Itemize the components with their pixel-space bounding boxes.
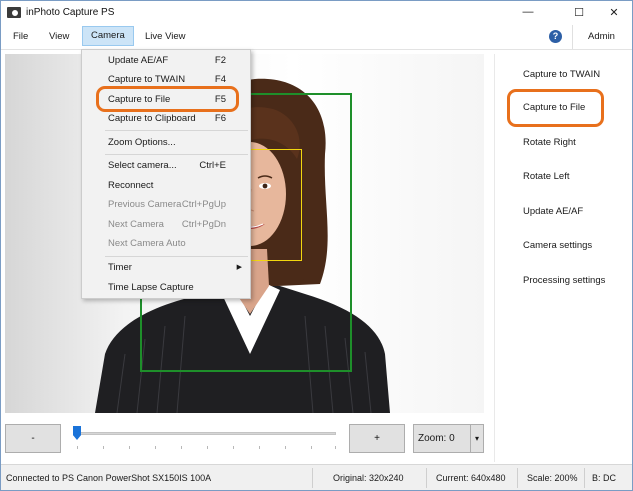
slider-tick [103,446,104,449]
menu-separator [105,256,248,257]
menu-separator [105,130,248,131]
status-divider [426,468,427,488]
zoom-in-button[interactable]: + [349,424,405,453]
zoom-slider-track[interactable] [74,432,336,435]
menu-item-label: Next Camera [108,219,164,230]
menu-item-update-ae-af[interactable]: Update AE/AF F2 [82,52,250,70]
current-size: Current: 640x480 [436,473,506,483]
scale-value: Scale: 200% [527,473,578,483]
original-size: Original: 320x240 [333,473,404,483]
status-divider [312,468,313,488]
slider-tick [259,446,260,449]
status-bar: Connected to PS Canon PowerShot SX150IS … [1,464,632,490]
camera-settings-button[interactable]: Camera settings [523,240,592,251]
menu-separator [105,154,248,155]
zoom-select[interactable]: Zoom: 0 ▾ [413,424,484,453]
menu-item-label: Timer [108,262,132,273]
menu-item-next-camera-auto: Next Camera Auto [82,235,250,253]
processing-settings-button[interactable]: Processing settings [523,275,605,286]
menu-item-label: Reconnect [108,180,154,191]
menu-item-label: Next Camera Auto [108,238,186,249]
status-divider [517,468,518,488]
menu-item-timer[interactable]: Timer ▶ [82,259,250,277]
menu-item-capture-to-clipboard[interactable]: Capture to Clipboard F6 [82,110,250,128]
slider-tick [155,446,156,449]
menu-camera[interactable]: Camera [82,26,134,46]
menu-file[interactable]: File [5,27,36,47]
menu-bar: File View Camera Live View [1,24,632,50]
camera-app-icon [7,6,21,18]
highlight-ring-panel [507,89,604,127]
app-window: inPhoto Capture PS — ☐ ✕ File View Camer… [0,0,633,491]
highlight-ring-menu [96,86,239,112]
slider-tick [207,446,208,449]
zoom-slider-thumb[interactable] [73,426,81,440]
slider-tick [181,446,182,449]
rotate-right-button[interactable]: Rotate Right [523,137,576,148]
menu-item-shortcut: Ctrl+E [199,160,226,171]
zoom-out-button[interactable]: - [5,424,61,453]
menu-item-shortcut: F6 [214,113,226,124]
menu-view[interactable]: View [41,27,77,47]
minimize-button[interactable]: — [513,1,543,23]
help-icon[interactable]: ? [549,30,562,43]
menu-item-label: Select camera... [108,160,177,171]
close-button[interactable]: ✕ [599,1,629,23]
slider-tick [129,446,130,449]
menu-item-select-camera[interactable]: Select camera... Ctrl+E [82,157,250,175]
menu-item-label: Update AE/AF [108,55,169,66]
menu-item-shortcut: Ctrl+PgDn [181,219,226,230]
rotate-left-button[interactable]: Rotate Left [523,171,569,182]
menu-item-time-lapse-capture[interactable]: Time Lapse Capture [82,279,250,297]
slider-tick [233,446,234,449]
slider-tick [77,446,78,449]
admin-button[interactable]: Admin [572,25,630,49]
menu-item-label: Time Lapse Capture [108,282,194,293]
menu-item-zoom-options[interactable]: Zoom Options... [82,134,250,152]
connection-status: Connected to PS Canon PowerShot SX150IS … [6,473,212,483]
slider-tick [335,446,336,449]
zoom-value: Zoom: 0 [418,433,455,444]
menu-item-label: Zoom Options... [108,137,176,148]
menu-live-view[interactable]: Live View [137,27,194,47]
menu-item-shortcut: F2 [214,55,226,66]
update-ae-af-button[interactable]: Update AE/AF [523,206,583,217]
submenu-arrow-icon: ▶ [236,264,242,271]
slider-tick [311,446,312,449]
menu-item-label: Previous Camera [108,199,182,210]
window-title: inPhoto Capture PS [26,6,115,18]
menu-item-shortcut: Ctrl+PgUp [181,199,226,210]
status-divider [584,468,585,488]
menu-item-next-camera: Next Camera Ctrl+PgDn [82,216,250,234]
menu-item-label: Capture to Clipboard [108,113,196,124]
capture-to-twain-button[interactable]: Capture to TWAIN [523,69,600,80]
maximize-button[interactable]: ☐ [564,1,594,23]
slider-tick [285,446,286,449]
menu-item-reconnect[interactable]: Reconnect [82,177,250,195]
bdc-value: B: DC [592,473,617,483]
title-bar: inPhoto Capture PS — ☐ ✕ [1,1,632,23]
menu-item-previous-camera: Previous Camera Ctrl+PgUp [82,196,250,214]
chevron-down-icon[interactable]: ▾ [470,425,483,452]
